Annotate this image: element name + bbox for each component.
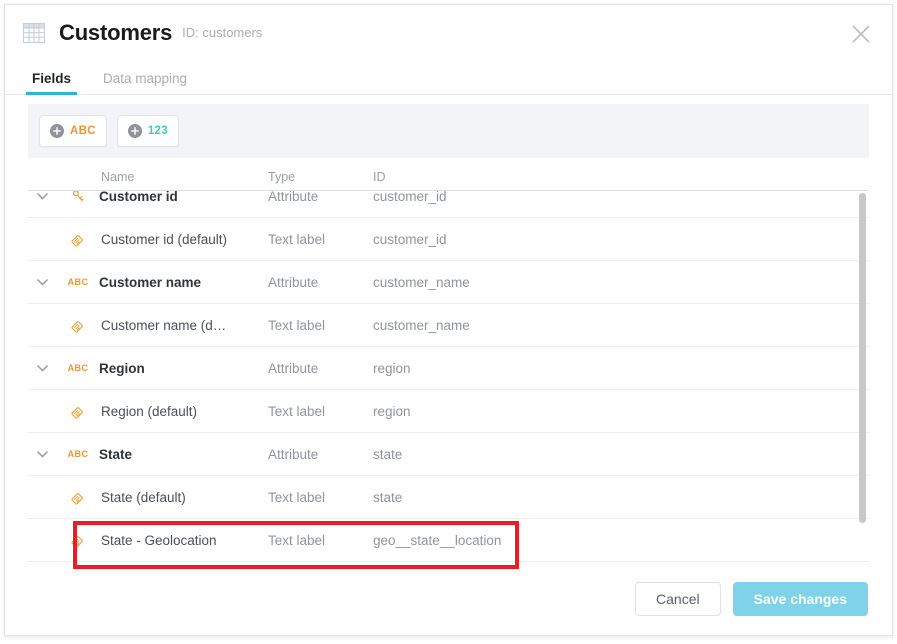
row-id: customer_id xyxy=(373,191,869,204)
row-type-icon xyxy=(64,404,92,419)
row-type-icon: ABC xyxy=(64,363,92,373)
customers-modal: Customers ID: customers Fields Data mapp… xyxy=(4,4,893,636)
row-name: State xyxy=(92,447,268,462)
toolbar: ABC 123 xyxy=(28,104,869,158)
table-row[interactable]: State (default)Text labelstate xyxy=(28,476,869,519)
save-changes-button[interactable]: Save changes xyxy=(733,582,868,616)
table-column-headers: Name Type ID xyxy=(28,165,869,191)
tab-fields[interactable]: Fields xyxy=(28,72,75,95)
row-name: Customer id (default) xyxy=(92,232,268,247)
row-type: Text label xyxy=(268,318,373,333)
abc-type-badge: ABC xyxy=(68,277,89,287)
toolbar-wrap: ABC 123 xyxy=(5,95,892,165)
row-name: Region (default) xyxy=(92,404,268,419)
row-id: customer_name xyxy=(373,275,869,290)
table-row[interactable]: State - GeolocationText labelgeo__state_… xyxy=(28,519,869,562)
row-name: Customer id xyxy=(92,191,268,204)
column-header-name: Name xyxy=(92,170,268,184)
row-type-icon xyxy=(64,533,92,548)
table-row[interactable]: Customer name (d…Text labelcustomer_name xyxy=(28,304,869,347)
row-type-icon: ABC xyxy=(64,277,92,287)
row-id: state xyxy=(373,447,869,462)
row-name: State - Geolocation xyxy=(92,533,268,548)
table-rows-viewport: Customer idAttributecustomer_idCustomer … xyxy=(28,191,869,563)
column-header-type: Type xyxy=(268,170,373,184)
row-id: state xyxy=(373,490,869,505)
tag-icon xyxy=(71,232,86,247)
table-rows: Customer idAttributecustomer_idCustomer … xyxy=(28,191,869,562)
plus-circle-icon xyxy=(50,124,64,138)
row-type: Text label xyxy=(268,533,373,548)
add-text-field-label: ABC xyxy=(70,125,96,137)
row-name: Customer name (d… xyxy=(92,318,268,333)
row-type: Attribute xyxy=(268,361,373,376)
table-scrollbar[interactable] xyxy=(859,193,866,543)
table-row[interactable]: ABCCustomer nameAttributecustomer_name xyxy=(28,261,869,304)
chevron-down-icon[interactable] xyxy=(28,451,64,458)
chevron-down-icon[interactable] xyxy=(28,279,64,286)
table-row[interactable]: ABCStateAttributestate xyxy=(28,433,869,476)
tag-icon xyxy=(71,490,86,505)
tab-data-mapping[interactable]: Data mapping xyxy=(99,72,191,95)
fields-table: Name Type ID Customer idAttributecustome… xyxy=(5,165,892,563)
table-row[interactable]: Region (default)Text labelregion xyxy=(28,390,869,433)
row-type: Attribute xyxy=(268,447,373,462)
tag-icon xyxy=(71,404,86,419)
row-type: Attribute xyxy=(268,191,373,204)
plus-circle-icon xyxy=(128,124,142,138)
row-type: Attribute xyxy=(268,275,373,290)
grid-table-icon xyxy=(23,23,45,43)
chevron-down-icon[interactable] xyxy=(28,365,64,372)
column-header-id: ID xyxy=(373,170,869,184)
row-type-icon xyxy=(64,318,92,333)
row-name: Customer name xyxy=(92,275,268,290)
row-type: Text label xyxy=(268,490,373,505)
table-row[interactable]: Customer id (default)Text labelcustomer_… xyxy=(28,218,869,261)
row-id: region xyxy=(373,361,869,376)
row-type: Text label xyxy=(268,404,373,419)
add-number-field-button[interactable]: 123 xyxy=(117,115,179,147)
tag-icon xyxy=(71,533,86,548)
modal-header: Customers ID: customers xyxy=(5,5,892,61)
tag-icon xyxy=(71,318,86,333)
abc-type-badge: ABC xyxy=(68,363,89,373)
row-name: State (default) xyxy=(92,490,268,505)
tab-bar: Fields Data mapping xyxy=(5,61,892,95)
close-icon[interactable] xyxy=(850,23,872,45)
row-id: geo__state__location xyxy=(373,533,869,548)
chevron-down-icon[interactable] xyxy=(28,193,64,200)
row-type-icon: ABC xyxy=(64,449,92,459)
modal-footer: Cancel Save changes xyxy=(5,563,892,635)
row-type: Text label xyxy=(268,232,373,247)
abc-type-badge: ABC xyxy=(68,449,89,459)
page-title: Customers xyxy=(59,22,172,44)
row-id: region xyxy=(373,404,869,419)
row-name: Region xyxy=(92,361,268,376)
row-id: customer_id xyxy=(373,232,869,247)
row-type-icon xyxy=(64,232,92,247)
dataset-id-label: ID: customers xyxy=(182,25,262,40)
row-id: customer_name xyxy=(373,318,869,333)
row-type-icon xyxy=(64,191,92,204)
table-row[interactable]: Customer idAttributecustomer_id xyxy=(28,191,869,218)
cancel-button[interactable]: Cancel xyxy=(635,582,721,616)
add-number-field-label: 123 xyxy=(148,125,168,137)
key-icon xyxy=(71,191,86,204)
add-text-field-button[interactable]: ABC xyxy=(39,115,107,147)
row-type-icon xyxy=(64,490,92,505)
table-row[interactable]: ABCRegionAttributeregion xyxy=(28,347,869,390)
table-scrollbar-thumb[interactable] xyxy=(859,193,866,523)
